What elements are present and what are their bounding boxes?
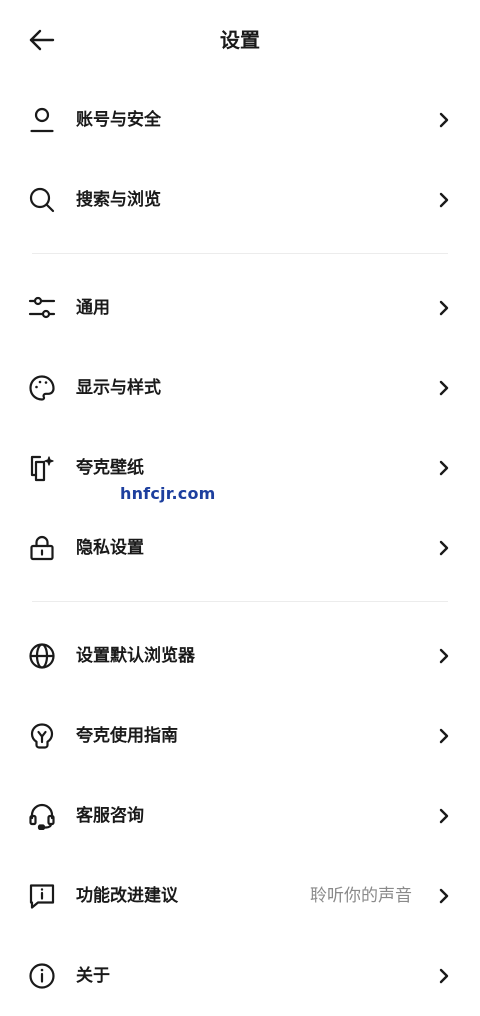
settings-item-privacy[interactable]: 隐私设置 (0, 508, 480, 588)
settings-item-label: 隐私设置 (76, 538, 144, 558)
settings-item-display[interactable]: 显示与样式 (0, 348, 480, 428)
chevron-right-icon (434, 458, 454, 478)
settings-item-default-browser[interactable]: 设置默认浏览器 (0, 616, 480, 696)
chevron-right-icon (434, 886, 454, 906)
chevron-right-icon (434, 538, 454, 558)
settings-item-label: 显示与样式 (76, 378, 161, 398)
settings-item-label: 账号与安全 (76, 110, 161, 130)
user-icon (26, 104, 58, 136)
settings-item-feedback[interactable]: 功能改进建议 聆听你的声音 (0, 856, 480, 936)
settings-item-label: 夸克壁纸 (76, 458, 144, 478)
settings-item-guide[interactable]: 夸克使用指南 (0, 696, 480, 776)
settings-item-support[interactable]: 客服咨询 (0, 776, 480, 856)
chevron-right-icon (434, 966, 454, 986)
search-icon (26, 184, 58, 216)
watermark-text: hnfcjr.com (120, 484, 216, 503)
settings-item-label: 设置默认浏览器 (76, 646, 195, 666)
settings-item-label: 关于 (76, 966, 110, 986)
settings-item-label: 搜索与浏览 (76, 190, 161, 210)
chevron-right-icon (434, 110, 454, 130)
wallpaper-sparkle-icon (26, 452, 58, 484)
sliders-icon (26, 292, 58, 324)
chevron-right-icon (434, 298, 454, 318)
page-title: 设置 (220, 28, 260, 52)
feedback-info-icon (26, 880, 58, 912)
chevron-right-icon (434, 646, 454, 666)
globe-icon (26, 640, 58, 672)
settings-item-search[interactable]: 搜索与浏览 (0, 160, 480, 240)
chevron-right-icon (434, 726, 454, 746)
section-divider (32, 253, 448, 254)
settings-item-about[interactable]: 关于 (0, 936, 480, 1016)
headset-icon (26, 800, 58, 832)
settings-item-general[interactable]: 通用 (0, 268, 480, 348)
settings-item-label: 夸克使用指南 (76, 726, 178, 746)
section-divider (32, 601, 448, 602)
settings-item-account[interactable]: 账号与安全 (0, 80, 480, 160)
header: 设置 (0, 0, 480, 80)
settings-item-wallpaper[interactable]: 夸克壁纸 (0, 428, 480, 508)
settings-item-label: 客服咨询 (76, 806, 144, 826)
palette-icon (26, 372, 58, 404)
info-circle-icon (26, 960, 58, 992)
settings-item-hint: 聆听你的声音 (310, 886, 412, 906)
lock-icon (26, 532, 58, 564)
chevron-right-icon (434, 190, 454, 210)
settings-item-label: 通用 (76, 298, 110, 318)
chevron-right-icon (434, 806, 454, 826)
chevron-right-icon (434, 378, 454, 398)
settings-item-label: 功能改进建议 (76, 886, 178, 906)
lightbulb-icon (26, 720, 58, 752)
